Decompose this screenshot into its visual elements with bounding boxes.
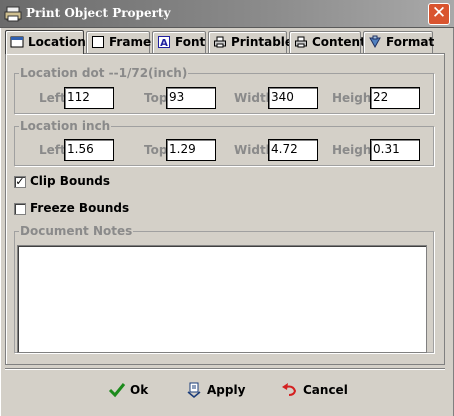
location-dot-title: Location dot --1/72(inch): [19, 66, 189, 80]
document-notes-textarea[interactable]: [17, 245, 427, 353]
location-tab-panel: Location dot --1/72(inch) Left 112 Top 9…: [5, 53, 445, 365]
tab-label: Frame: [109, 35, 152, 49]
cancel-label: Cancel: [303, 383, 348, 397]
tab-label: Format: [386, 35, 435, 49]
tab-label: Font: [175, 35, 206, 49]
ok-button[interactable]: Ok: [108, 378, 148, 402]
title-bar[interactable]: Print Object Property ✕: [0, 0, 454, 28]
clip-bounds-option[interactable]: ✓ Clip Bounds: [12, 174, 132, 190]
cancel-button[interactable]: Cancel: [281, 378, 348, 402]
frame-icon: [92, 36, 104, 48]
apply-icon: [187, 382, 201, 398]
top-inch-field[interactable]: 1.29: [166, 139, 216, 161]
document-notes-title: Document Notes: [19, 224, 134, 238]
height-dot-field[interactable]: 22: [370, 87, 420, 109]
tab-label: Content: [312, 35, 366, 49]
font-icon: A: [158, 36, 170, 49]
tab-frame[interactable]: Frame: [86, 31, 152, 53]
tab-format[interactable]: Format: [363, 31, 435, 53]
width-dot-field[interactable]: 340: [268, 87, 318, 109]
apply-label: Apply: [207, 383, 246, 397]
printer-app-icon: [4, 6, 22, 22]
printer-icon: [295, 36, 307, 48]
freeze-bounds-option[interactable]: Freeze Bounds: [12, 201, 142, 217]
ok-label: Ok: [130, 383, 149, 397]
location-icon: [10, 36, 24, 48]
window-title: Print Object Property: [26, 6, 171, 20]
left-label: Left: [39, 143, 66, 157]
printer-icon: [214, 36, 226, 48]
location-inch-title: Location inch: [19, 119, 112, 133]
tab-location[interactable]: Location: [5, 30, 86, 54]
tab-label: Printable: [231, 35, 294, 49]
tab-font[interactable]: A Font: [152, 31, 206, 53]
document-notes-group: Document Notes: [14, 224, 434, 353]
width-inch-field[interactable]: 4.72: [268, 139, 318, 161]
clip-bounds-checkbox[interactable]: ✓: [14, 176, 26, 188]
checkmark-icon: [108, 383, 126, 398]
left-inch-field[interactable]: 1.56: [64, 139, 114, 161]
apply-button[interactable]: Apply: [185, 378, 246, 402]
tab-content[interactable]: Content: [289, 31, 366, 53]
top-label: Top: [144, 143, 168, 157]
height-inch-field[interactable]: 0.31: [370, 139, 420, 161]
left-label: Left: [39, 91, 66, 105]
freeze-bounds-label: Freeze Bounds: [30, 201, 130, 215]
top-dot-field[interactable]: 93: [166, 87, 216, 109]
clip-bounds-label: Clip Bounds: [30, 174, 111, 188]
freeze-bounds-checkbox[interactable]: [14, 203, 26, 215]
tab-label: Location: [28, 35, 86, 49]
close-button[interactable]: ✕: [428, 3, 450, 25]
svg-text:A: A: [160, 38, 168, 49]
location-dot-group: Location dot --1/72(inch) Left 112 Top 9…: [14, 66, 434, 114]
location-inch-group: Location inch Left 1.56 Top 1.29 Width 4…: [14, 119, 434, 166]
divider: [5, 368, 445, 370]
format-icon: [369, 35, 381, 49]
tab-printable[interactable]: Printable: [208, 31, 293, 53]
left-dot-field[interactable]: 112: [64, 87, 114, 109]
top-label: Top: [144, 91, 168, 105]
undo-icon: [282, 383, 297, 396]
